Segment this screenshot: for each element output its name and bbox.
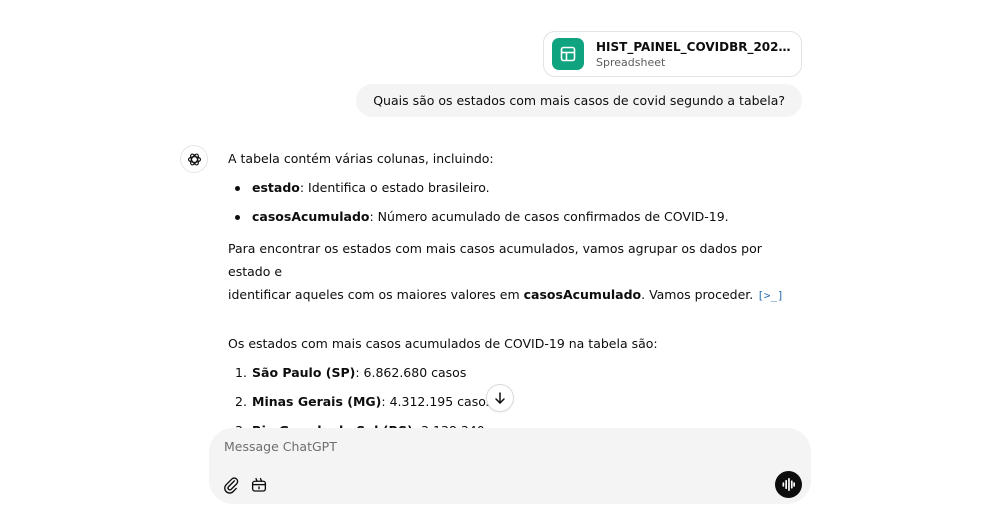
attachment-card[interactable]: HIST_PAINEL_COVIDBR_2024_Parte1_0... Spr…: [543, 31, 802, 77]
plan-line-2-post: . Vamos proceder.: [641, 287, 754, 302]
state-value: : 6.862.680 casos: [355, 365, 467, 380]
assistant-intro: A tabela contém várias colunas, incluind…: [228, 151, 494, 166]
view-analysis-link[interactable]: [>_]: [757, 289, 784, 302]
scroll-down-button[interactable]: [486, 384, 514, 412]
message-composer: [209, 428, 811, 504]
column-name: estado: [252, 180, 300, 195]
voice-waveform-icon: [782, 478, 795, 491]
column-desc: : Número acumulado de casos confirmados …: [369, 209, 729, 224]
attachment-file-type: Spreadsheet: [596, 55, 666, 69]
tools-icon: [251, 477, 267, 492]
column-desc: : Identifica o estado brasileiro.: [299, 180, 490, 195]
state-name: São Paulo (SP): [252, 365, 356, 380]
openai-logo-icon: [187, 153, 201, 165]
user-message-bubble: Quais são os estados com mais casos de c…: [356, 84, 802, 117]
state-value: : 4.312.195 casos: [381, 394, 493, 409]
column-list: estado: Identifica o estado brasileiro. …: [228, 179, 788, 226]
arrow-down-icon: [495, 392, 505, 404]
spreadsheet-icon: [552, 38, 584, 70]
attachment-file-name: HIST_PAINEL_COVIDBR_2024_Parte1_0...: [596, 39, 793, 54]
plan-paragraph: Para encontrar os estados com mais casos…: [228, 237, 788, 307]
list-item: 1. São Paulo (SP): 6.862.680 casos: [235, 364, 788, 382]
plan-line-2-bold: casosAcumulado: [523, 287, 642, 302]
list-number: 2.: [235, 394, 247, 409]
column-name: casosAcumulado: [252, 209, 370, 224]
voice-mode-button[interactable]: [775, 471, 802, 498]
assistant-avatar: [180, 145, 208, 173]
plan-line-2-pre: identificar aqueles com os maiores valor…: [228, 287, 524, 302]
list-item: 2. Minas Gerais (MG): 4.312.195 casos: [235, 393, 788, 411]
state-name: Minas Gerais (MG): [252, 394, 382, 409]
tools-button[interactable]: [248, 474, 270, 496]
result-intro: Os estados com mais casos acumulados de …: [228, 336, 658, 351]
list-number: 1.: [235, 365, 247, 380]
list-item: estado: Identifica o estado brasileiro.: [235, 179, 788, 197]
message-input[interactable]: [224, 439, 764, 454]
attach-button[interactable]: [220, 474, 242, 496]
plan-line-1: Para encontrar os estados com mais casos…: [228, 241, 762, 279]
paperclip-icon: [224, 477, 239, 494]
list-item: casosAcumulado: Número acumulado de caso…: [235, 208, 788, 226]
user-message-text: Quais são os estados com mais casos de c…: [373, 93, 785, 108]
